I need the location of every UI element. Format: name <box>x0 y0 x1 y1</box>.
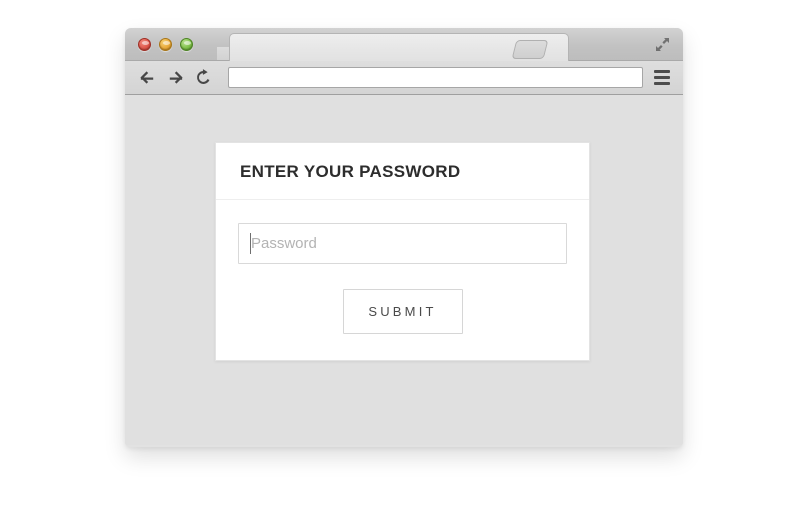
new-tab-button[interactable] <box>511 40 549 59</box>
menu-bar-2 <box>653 76 670 79</box>
address-input[interactable] <box>228 67 643 88</box>
minimize-window-button[interactable] <box>159 38 172 51</box>
expand-diagonal-arrows-icon[interactable] <box>654 36 671 53</box>
text-caret <box>250 233 251 254</box>
browser-title-bar <box>125 28 683 61</box>
menu-bar-1 <box>653 70 670 73</box>
browser-tab-active[interactable] <box>229 33 569 61</box>
forward-button[interactable] <box>164 67 186 89</box>
browser-window: ENTER YOUR PASSWORD SUBMIT <box>125 28 683 447</box>
close-window-button[interactable] <box>138 38 151 51</box>
menu-bar-3 <box>653 82 670 85</box>
tab-strip <box>125 28 683 61</box>
password-field-wrapper <box>238 223 567 264</box>
page-viewport: ENTER YOUR PASSWORD SUBMIT <box>125 95 683 445</box>
back-button[interactable] <box>136 67 158 89</box>
password-card: ENTER YOUR PASSWORD SUBMIT <box>215 142 590 361</box>
window-controls <box>138 38 193 51</box>
submit-row: SUBMIT <box>238 289 567 334</box>
maximize-window-button[interactable] <box>180 38 193 51</box>
password-input[interactable] <box>238 223 567 264</box>
page-title: ENTER YOUR PASSWORD <box>240 162 461 181</box>
hamburger-menu-icon[interactable] <box>651 67 672 89</box>
browser-toolbar <box>125 61 683 95</box>
card-body: SUBMIT <box>216 200 589 360</box>
card-header: ENTER YOUR PASSWORD <box>216 143 589 200</box>
reload-icon[interactable] <box>192 67 214 89</box>
submit-button[interactable]: SUBMIT <box>342 289 463 334</box>
